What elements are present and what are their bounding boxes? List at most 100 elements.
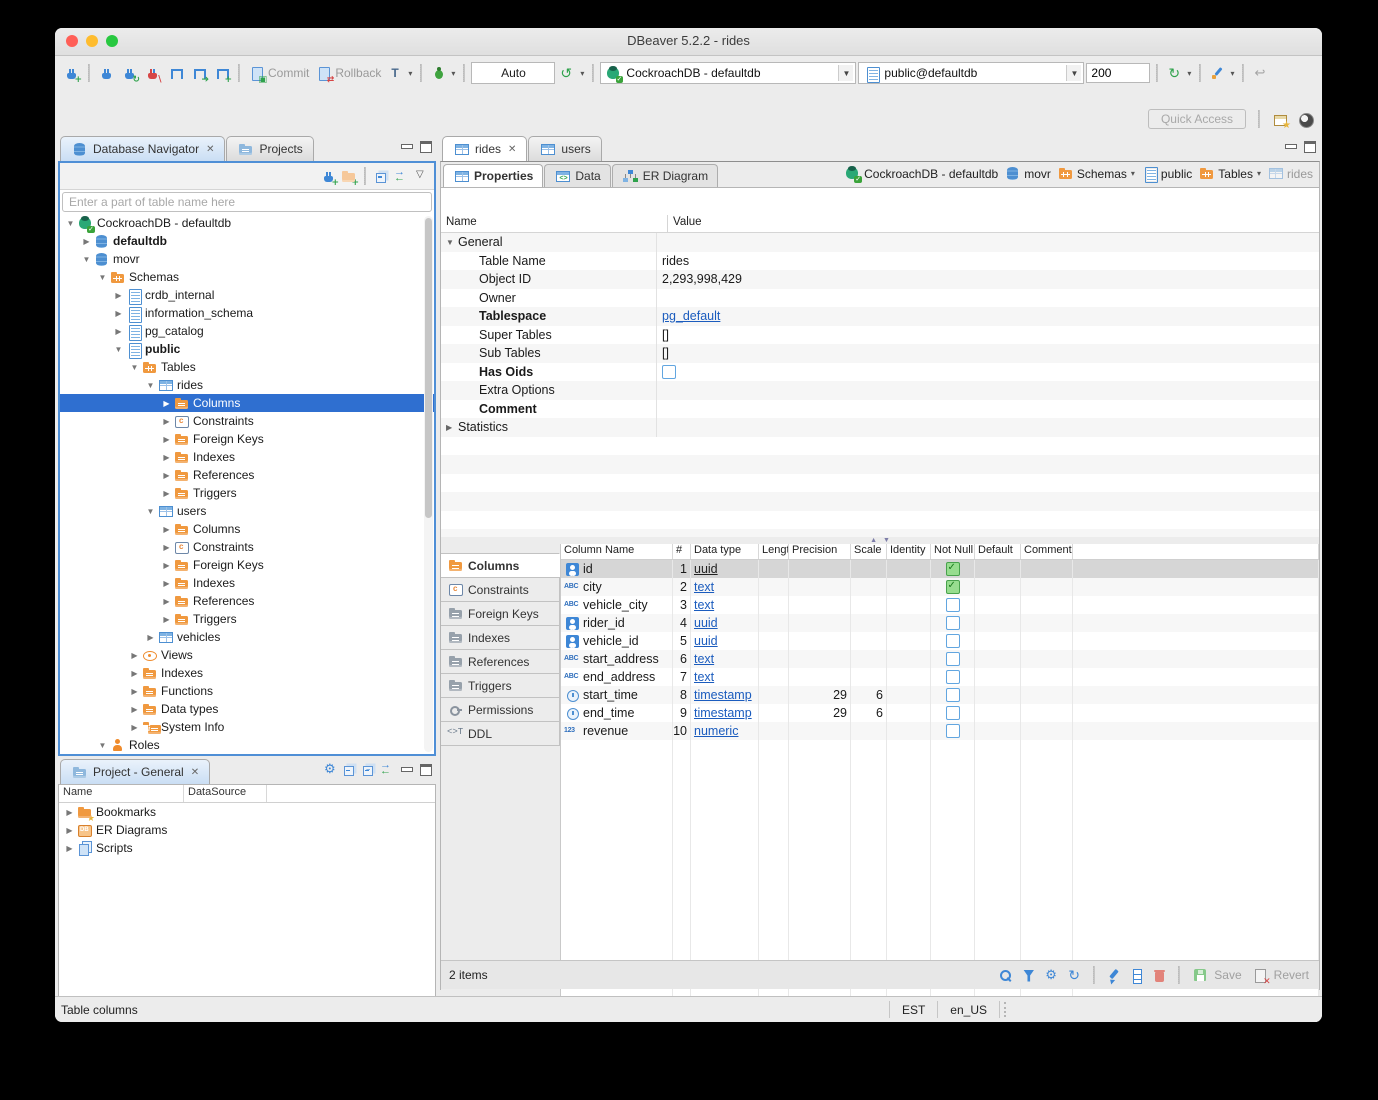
expand-arrow-icon[interactable]: ▶ bbox=[160, 471, 173, 480]
property-row-owner[interactable]: Owner bbox=[441, 289, 1319, 308]
notnull-checkbox[interactable] bbox=[946, 724, 960, 738]
collapse-all-icon[interactable] bbox=[373, 168, 390, 185]
expand-arrow-icon[interactable]: ▶ bbox=[446, 423, 458, 432]
column-header-not-null[interactable]: Not Null bbox=[931, 544, 975, 559]
tree-item-tables[interactable]: ▼Tables bbox=[60, 358, 434, 376]
detail-tab-foreign-keys[interactable]: Foreign Keys bbox=[441, 601, 560, 626]
property-row-statistics[interactable]: ▶Statistics bbox=[441, 418, 1319, 437]
property-row-tablespace[interactable]: Tablespacepg_default bbox=[441, 307, 1319, 326]
expand-arrow-icon[interactable]: ▶ bbox=[128, 651, 141, 660]
open-sql-console-button[interactable]: ➔ bbox=[188, 64, 209, 83]
new-connection-button[interactable]: + bbox=[61, 64, 82, 83]
column-header-precision[interactable]: Precision bbox=[789, 544, 851, 559]
close-tab-icon[interactable]: ✕ bbox=[191, 767, 199, 778]
expand-arrow-icon[interactable]: ▶ bbox=[160, 399, 173, 408]
link-with-editor-icon[interactable] bbox=[393, 168, 410, 185]
tree-item-indexes[interactable]: ▶Indexes bbox=[60, 574, 434, 592]
connect-button[interactable] bbox=[96, 64, 117, 83]
search-icon[interactable] bbox=[997, 967, 1014, 984]
combo-dropdown-icon[interactable]: ▼ bbox=[838, 65, 853, 81]
column-row-end_time[interactable]: end_time9timestamp296 bbox=[561, 704, 1319, 722]
collapse-arrow-icon[interactable]: ▼ bbox=[80, 255, 93, 264]
commit-mode-combo[interactable]: Auto bbox=[471, 62, 555, 84]
maximize-panel-icon[interactable] bbox=[417, 138, 434, 155]
debug-button[interactable]: ▾ bbox=[428, 64, 457, 83]
expand-arrow-icon[interactable]: ▶ bbox=[63, 844, 76, 853]
maximize-panel-icon[interactable] bbox=[417, 761, 434, 778]
column-row-vehicle_city[interactable]: vehicle_city3text bbox=[561, 596, 1319, 614]
column-header-length[interactable]: Length bbox=[759, 544, 789, 559]
tree-item-system-info[interactable]: ▶System Info bbox=[60, 718, 434, 736]
data-type-link[interactable]: text bbox=[694, 652, 714, 666]
view-menu-icon[interactable] bbox=[413, 168, 430, 185]
property-row-extra-options[interactable]: Extra Options bbox=[441, 381, 1319, 400]
tree-item-defaultdb[interactable]: ▶defaultdb bbox=[60, 232, 434, 250]
tree-item-indexes[interactable]: ▶Indexes bbox=[60, 448, 434, 466]
collapse-arrow-icon[interactable]: ▼ bbox=[112, 345, 125, 354]
tree-item-indexes[interactable]: ▶Indexes bbox=[60, 664, 434, 682]
locale-indicator[interactable]: en_US bbox=[938, 1001, 1000, 1019]
expand-arrow-icon[interactable]: ▶ bbox=[160, 435, 173, 444]
tree-item-foreign-keys[interactable]: ▶Foreign Keys bbox=[60, 430, 434, 448]
dropdown-arrow-icon[interactable]: ▾ bbox=[1230, 69, 1234, 78]
expand-arrow-icon[interactable]: ▶ bbox=[128, 705, 141, 714]
property-row-object-id[interactable]: Object ID2,293,998,429 bbox=[441, 270, 1319, 289]
dropdown-arrow-icon[interactable]: ▾ bbox=[408, 69, 412, 78]
minimize-panel-icon[interactable] bbox=[398, 138, 415, 155]
column-header--[interactable]: # bbox=[673, 544, 691, 559]
tree-item-movr[interactable]: ▼movr bbox=[60, 250, 434, 268]
editor-tab-users[interactable]: users bbox=[528, 136, 601, 161]
data-type-link[interactable]: text bbox=[694, 670, 714, 684]
tree-item-references[interactable]: ▶References bbox=[60, 466, 434, 484]
column-header-column-name[interactable]: Column Name bbox=[561, 544, 673, 559]
notnull-checkbox[interactable] bbox=[946, 688, 960, 702]
expand-arrow-icon[interactable]: ▶ bbox=[160, 543, 173, 552]
tree-item-information_schema[interactable]: ▶information_schema bbox=[60, 304, 434, 322]
collapse-arrow-icon[interactable]: ▼ bbox=[64, 219, 77, 228]
tree-item-vehicles[interactable]: ▶vehicles bbox=[60, 628, 434, 646]
minimize-panel-icon[interactable] bbox=[398, 761, 415, 778]
column-row-vehicle_id[interactable]: vehicle_id5uuid bbox=[561, 632, 1319, 650]
combo-dropdown-icon[interactable]: ▼ bbox=[1066, 65, 1081, 81]
tree-item-data-types[interactable]: ▶Data types bbox=[60, 700, 434, 718]
expand-arrow-icon[interactable]: ▶ bbox=[160, 579, 173, 588]
collapse-arrow-icon[interactable]: ▼ bbox=[446, 238, 458, 247]
notnull-checkbox[interactable] bbox=[946, 598, 960, 612]
project-item-er-diagrams[interactable]: ▶ER Diagrams bbox=[59, 821, 435, 839]
breadcrumb-item-public[interactable]: public bbox=[1141, 165, 1192, 182]
breadcrumb-item-schemas[interactable]: Schemas▾ bbox=[1057, 165, 1135, 182]
data-type-link[interactable]: numeric bbox=[694, 724, 738, 738]
data-type-link[interactable]: text bbox=[694, 598, 714, 612]
expand-arrow-icon[interactable]: ▶ bbox=[112, 291, 125, 300]
columns-config-icon[interactable] bbox=[1128, 967, 1145, 984]
dropdown-arrow-icon[interactable]: ▾ bbox=[1131, 169, 1135, 178]
collapse-arrow-icon[interactable]: ▼ bbox=[144, 381, 157, 390]
open-perspective-icon[interactable]: ★ bbox=[1272, 111, 1289, 128]
new-sql-editor-button[interactable]: + bbox=[211, 64, 232, 83]
tree-item-pg_catalog[interactable]: ▶pg_catalog bbox=[60, 322, 434, 340]
breadcrumb-item-rides[interactable]: rides bbox=[1267, 165, 1313, 182]
collapse-arrow-icon[interactable]: ▼ bbox=[144, 507, 157, 516]
tab-project-general[interactable]: Project - General✕ bbox=[60, 759, 210, 784]
data-type-link[interactable]: uuid bbox=[694, 634, 718, 648]
expand-arrow-icon[interactable]: ▶ bbox=[112, 327, 125, 336]
data-type-link[interactable]: timestamp bbox=[694, 706, 752, 720]
tree-item-constraints[interactable]: ▶Constraints bbox=[60, 412, 434, 430]
back-button[interactable] bbox=[1250, 64, 1271, 83]
row-limit-input[interactable] bbox=[1086, 63, 1150, 83]
data-type-link[interactable]: uuid bbox=[694, 562, 718, 576]
expand-arrow-icon[interactable]: ▶ bbox=[160, 417, 173, 426]
tree-item-roles[interactable]: ▼Roles bbox=[60, 736, 434, 754]
expand-arrow-icon[interactable]: ▶ bbox=[160, 525, 173, 534]
transaction-log-button[interactable]: ▾ bbox=[557, 64, 586, 83]
detail-tab-constraints[interactable]: Constraints bbox=[441, 577, 560, 602]
expand-arrow-icon[interactable]: ▶ bbox=[63, 808, 76, 817]
expand-arrow-icon[interactable]: ▶ bbox=[128, 669, 141, 678]
property-row-has-oids[interactable]: Has Oids bbox=[441, 363, 1319, 382]
edit-icon[interactable] bbox=[1105, 967, 1122, 984]
disconnect-button[interactable]: ∖ bbox=[142, 64, 163, 83]
expand-arrow-icon[interactable]: ▶ bbox=[128, 723, 141, 732]
column-header-scale[interactable]: Scale bbox=[851, 544, 887, 559]
tree-item-public[interactable]: ▼public bbox=[60, 340, 434, 358]
property-value-link[interactable]: pg_default bbox=[662, 309, 720, 323]
